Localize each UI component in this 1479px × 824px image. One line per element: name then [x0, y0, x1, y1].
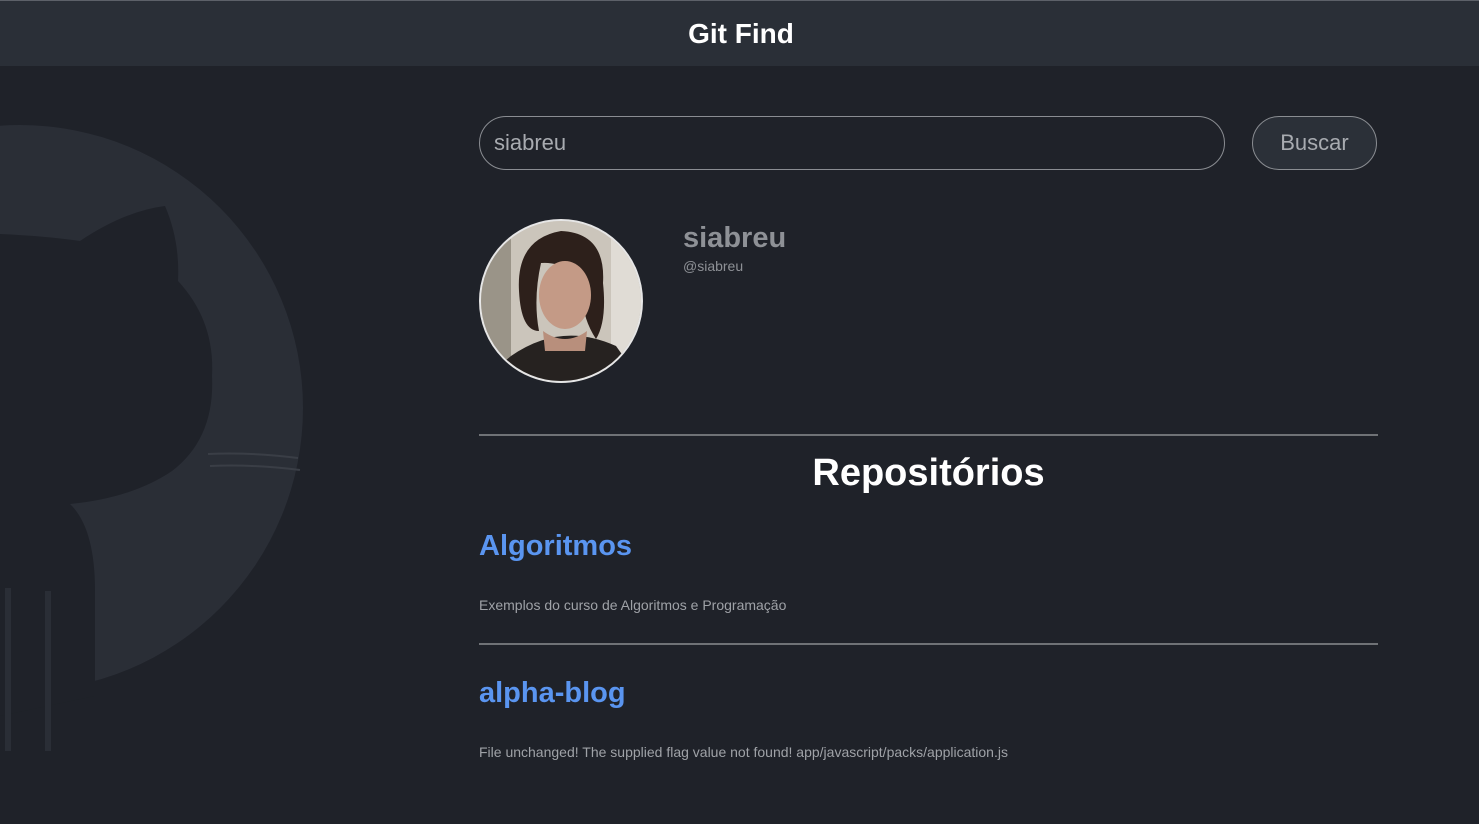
- app-title: Git Find: [688, 17, 794, 49]
- profile-name: siabreu: [683, 222, 787, 254]
- profile-divider: [479, 434, 1378, 436]
- repo-name-link[interactable]: Algoritmos: [479, 530, 632, 563]
- avatar: [479, 219, 643, 383]
- repo-description: File unchanged! The supplied flag value …: [479, 744, 1008, 760]
- search-input[interactable]: [479, 116, 1225, 170]
- search-button[interactable]: Buscar: [1252, 116, 1377, 170]
- repo-list: Algoritmos Exemplos do curso de Algoritm…: [479, 530, 1378, 824]
- app-header: Git Find: [0, 1, 1479, 66]
- repo-divider: [479, 643, 1378, 645]
- github-octocat-icon: [0, 125, 303, 751]
- repo-description: Exemplos do curso de Algoritmos e Progra…: [479, 597, 787, 613]
- repos-section-title: Repositórios: [812, 452, 1045, 494]
- repo-name-link[interactable]: alpha-blog: [479, 677, 626, 710]
- repo-item: Algoritmos Exemplos do curso de Algoritm…: [479, 530, 1378, 677]
- avatar-photo: [481, 221, 641, 381]
- profile-login: @siabreu: [683, 258, 744, 274]
